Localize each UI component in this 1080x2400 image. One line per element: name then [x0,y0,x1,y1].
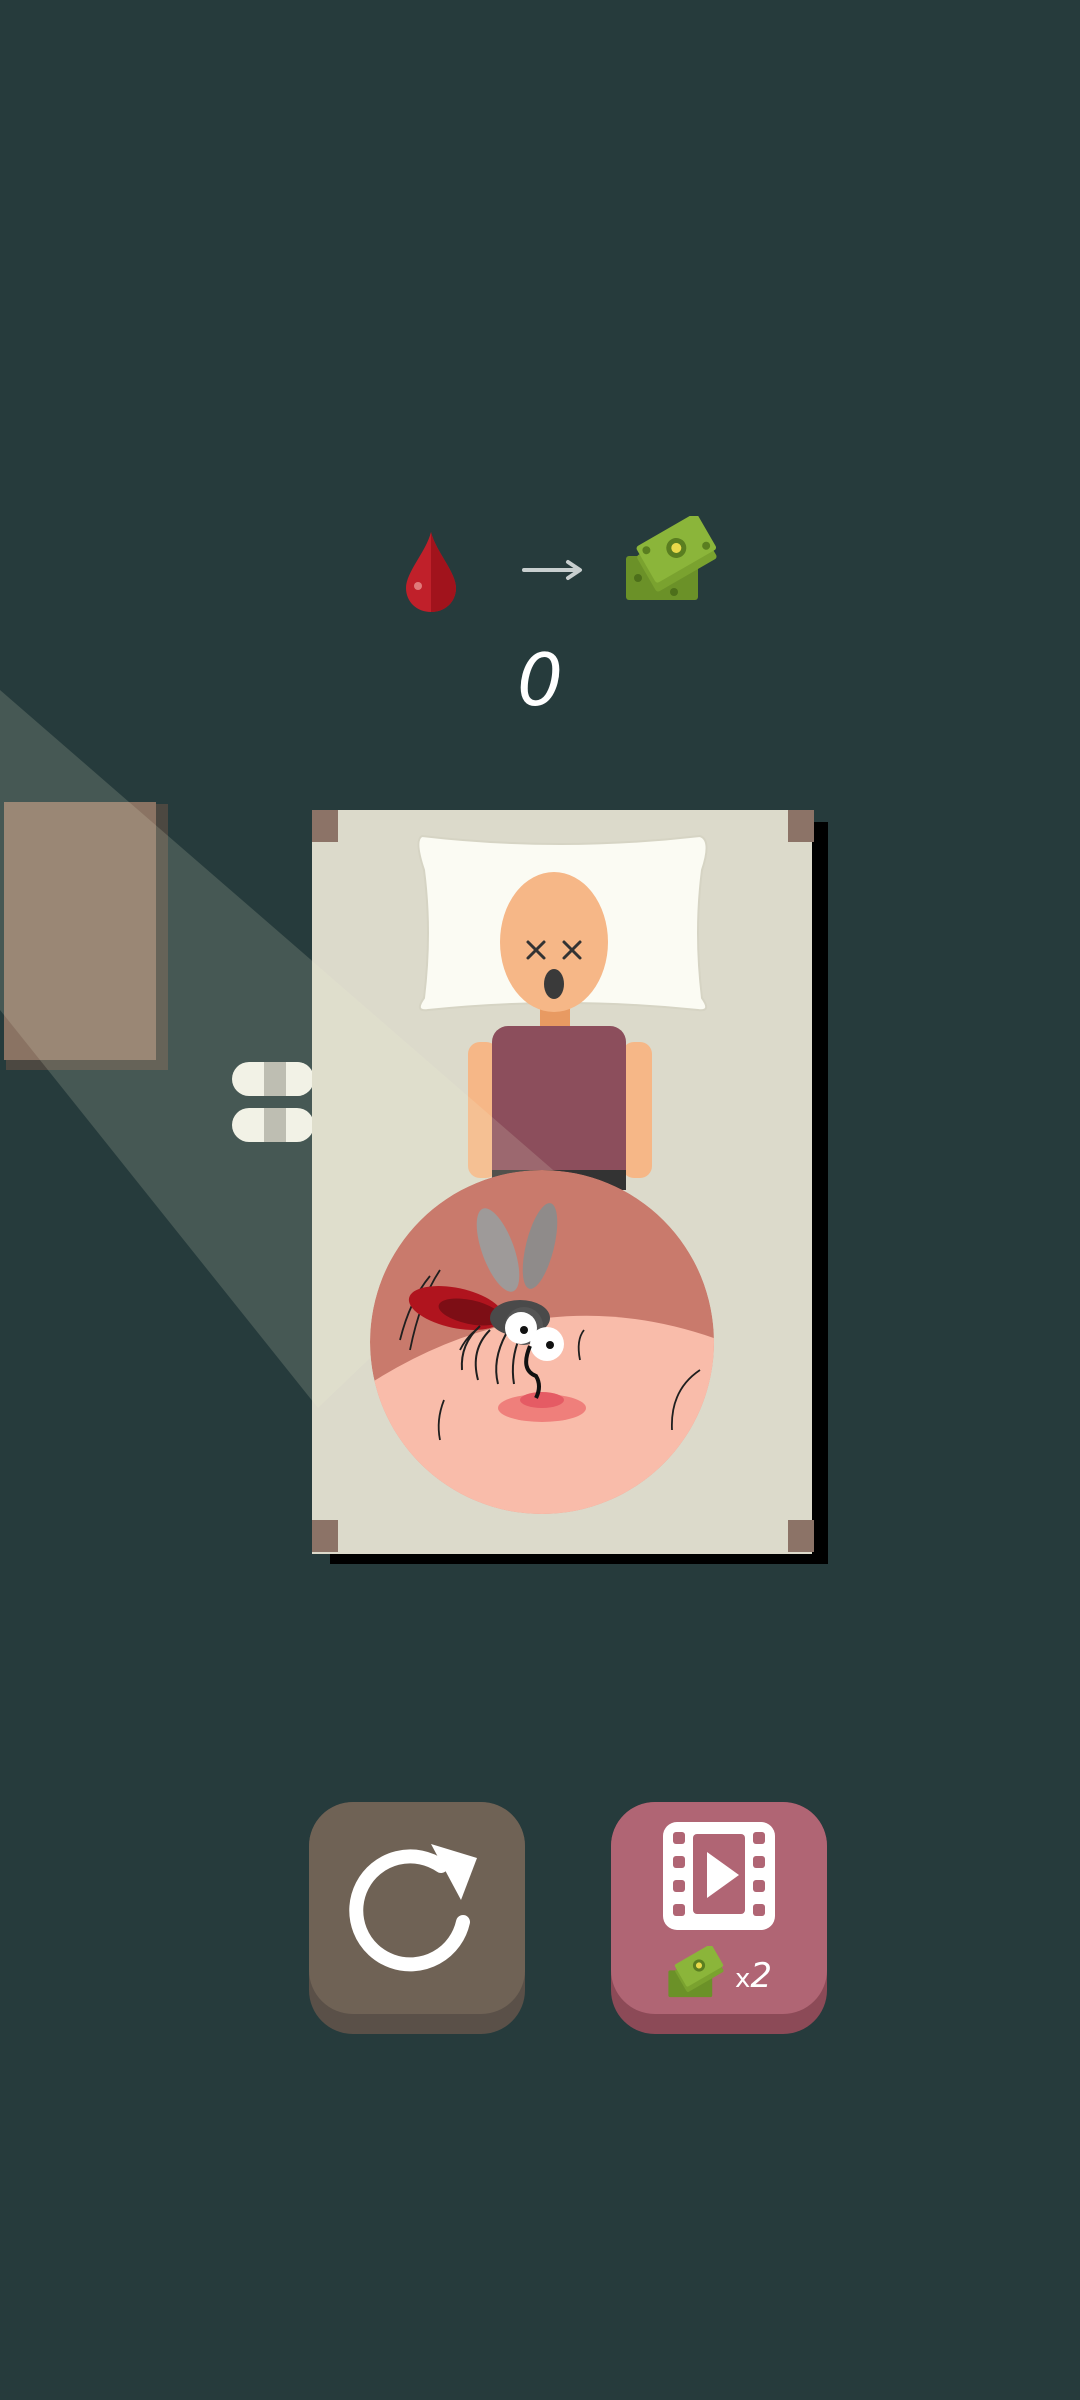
restart-button-face [309,1802,525,2014]
watch-ad-double-reward-button[interactable]: x2 [611,1802,827,2034]
reward-multiplier: x2 [735,1956,772,1999]
video-play-icon [663,1822,775,1930]
money-stack-icon [668,1946,724,1998]
restart-button[interactable] [309,1802,525,2034]
blood-drop-icon [406,532,456,612]
money-stack-icon [626,516,717,600]
restart-icon [349,1844,477,1972]
arrow-right-icon [522,560,582,580]
blood-to-money-indicator [0,516,1080,620]
multiplier-prefix: x [735,1964,751,1994]
watch-ad-button-face: x2 [611,1802,827,2014]
multiplier-value: 2 [750,1956,773,1996]
score-counter: 0 [517,638,563,722]
game-screen: 0 x2 [0,0,1080,2400]
bedroom-scene [0,690,828,1564]
